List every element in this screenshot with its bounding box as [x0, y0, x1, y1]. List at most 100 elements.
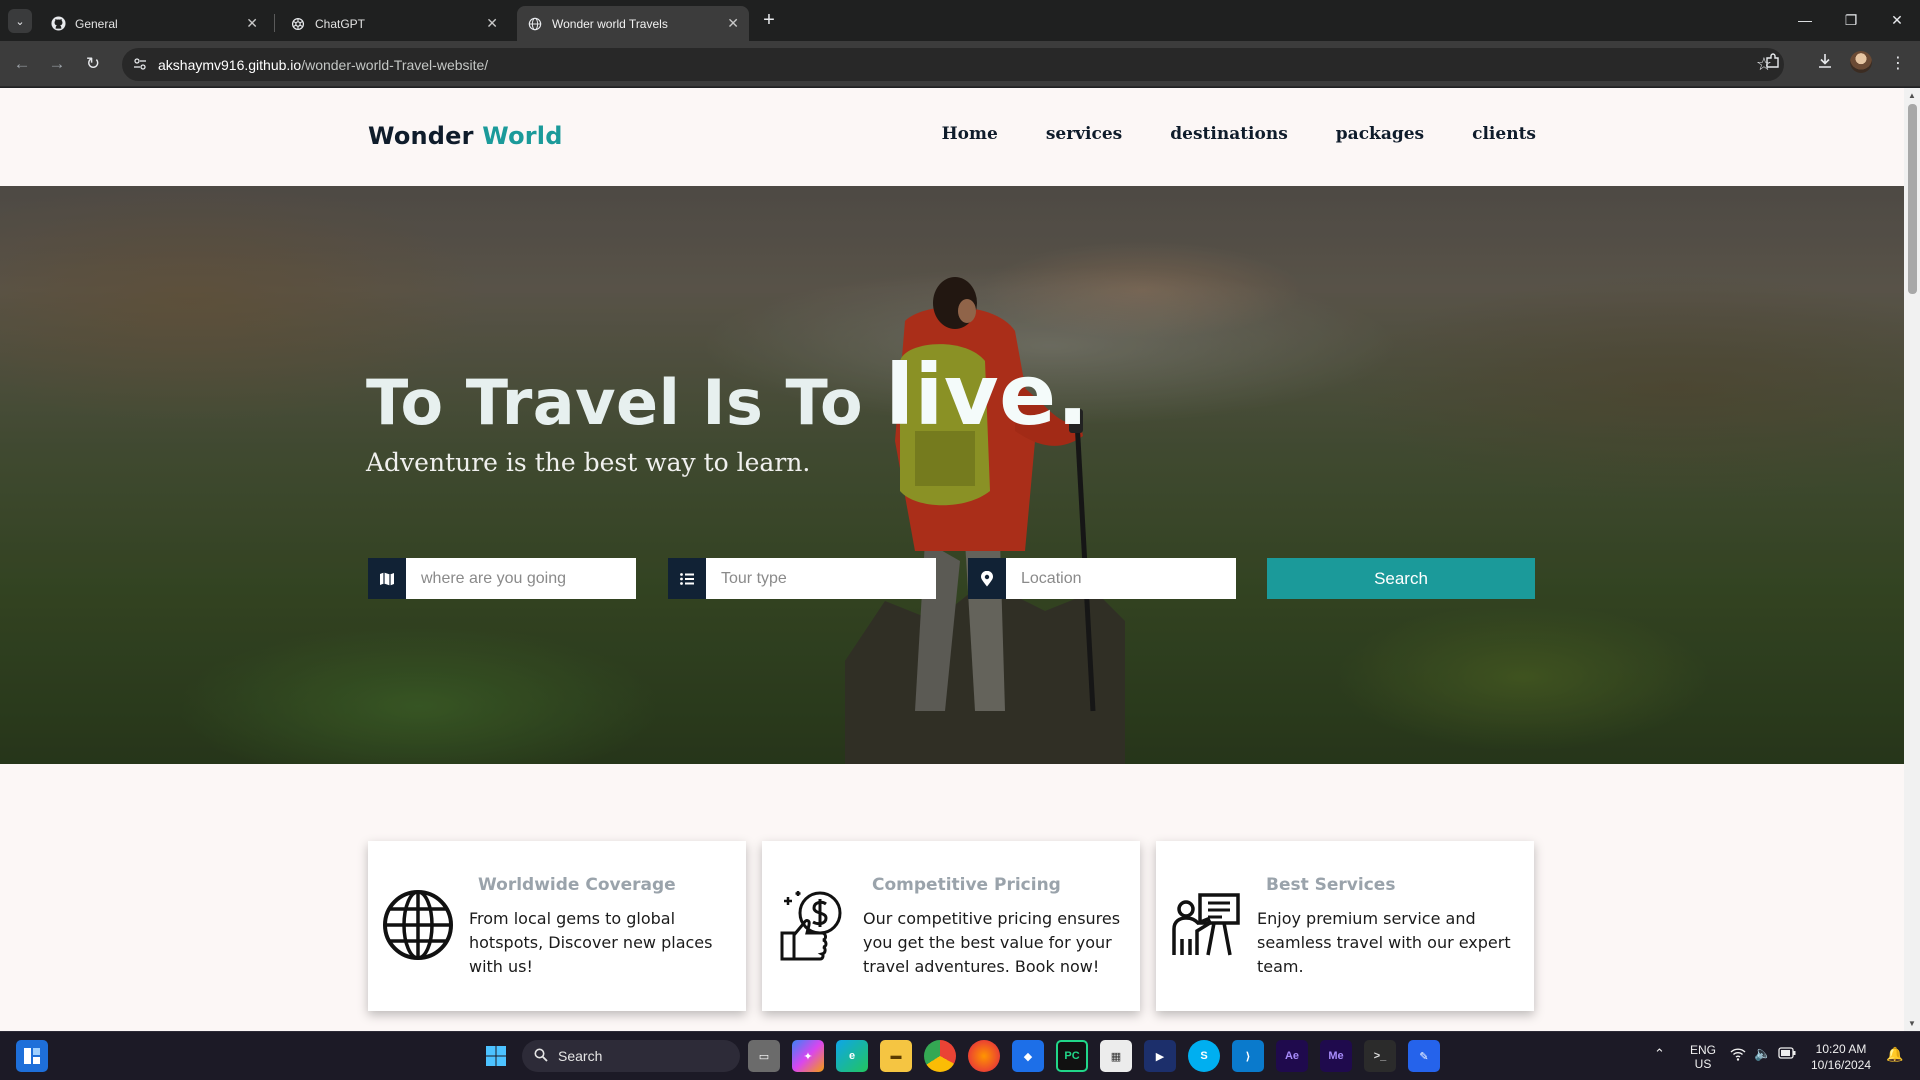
guide-icon: [1172, 893, 1240, 956]
new-tab-icon[interactable]: +: [758, 8, 780, 32]
close-icon[interactable]: ✕: [727, 15, 739, 32]
close-window-icon[interactable]: ✕: [1882, 8, 1912, 32]
forward-icon[interactable]: →: [45, 52, 69, 76]
tab-general[interactable]: General ✕: [40, 6, 268, 41]
feature-card-coverage: Worldwide Coverage From local gems to gl…: [368, 841, 746, 1011]
feature-text: Enjoy premium service and seamless trave…: [1257, 909, 1511, 976]
nav-destinations[interactable]: destinations: [1170, 124, 1288, 144]
tour-type-input[interactable]: [706, 558, 936, 599]
tab-search-dropdown-icon[interactable]: ⌄: [8, 9, 32, 33]
language-indicator[interactable]: ENG US: [1688, 1043, 1718, 1071]
url-text: akshaymv916.github.io/wonder-world-Trave…: [158, 57, 488, 73]
close-icon[interactable]: ✕: [486, 15, 498, 32]
site-header: Wonder World Home services destinations …: [0, 88, 1904, 186]
clock-date: 10/16/2024: [1810, 1058, 1872, 1072]
globe-icon: [383, 890, 453, 960]
location-input[interactable]: [1006, 558, 1236, 599]
hero-title-emphasis: live.: [885, 346, 1089, 444]
features-section: Worldwide Coverage From local gems to gl…: [368, 841, 1536, 1011]
nav-packages[interactable]: packages: [1336, 124, 1424, 144]
tab-chatgpt[interactable]: ChatGPT ✕: [280, 6, 508, 41]
url-path: /wonder-world-Travel-website/: [301, 57, 489, 73]
location-search-group: [968, 558, 1236, 599]
search-icon: [534, 1048, 548, 1065]
taskbar: Search ▭ ✦ e ▬ ◆ PC ▦ ▶ S ⟩ Ae Me >_ ✎ ⌃…: [0, 1031, 1920, 1080]
clock-time: 10:20 AM: [1815, 1042, 1867, 1056]
language-code: ENG: [1689, 1043, 1716, 1057]
scroll-thumb[interactable]: [1908, 104, 1917, 294]
media-encoder-icon[interactable]: Me: [1320, 1040, 1352, 1072]
map-icon: [368, 558, 406, 599]
download-icon[interactable]: [1813, 52, 1837, 76]
file-explorer-icon[interactable]: ▬: [880, 1040, 912, 1072]
notification-bell-icon[interactable]: 🔔: [1886, 1046, 1903, 1063]
feature-text: Our competitive pricing ensures you get …: [863, 909, 1121, 976]
scroll-up-icon[interactable]: ▲: [1908, 91, 1916, 100]
copilot-icon[interactable]: ✦: [792, 1040, 824, 1072]
close-icon[interactable]: ✕: [246, 15, 258, 32]
dropbox-icon[interactable]: ◆: [1012, 1040, 1044, 1072]
back-icon[interactable]: ←: [10, 52, 34, 76]
clock[interactable]: 10:20 AM 10/16/2024: [1806, 1041, 1876, 1073]
page-scrollbar[interactable]: ▲ ▼: [1904, 88, 1920, 1031]
logo-main: Wonder: [368, 122, 474, 150]
feature-card-pricing: Competitive Pricing Our competitive pric…: [762, 841, 1140, 1011]
browser-menu-icon[interactable]: ⋮: [1886, 52, 1910, 76]
terminal-icon[interactable]: >_: [1364, 1040, 1396, 1072]
tab-title: ChatGPT: [315, 16, 366, 31]
feature-title: Best Services: [1266, 875, 1396, 895]
vscode-icon[interactable]: ⟩: [1232, 1040, 1264, 1072]
tray-overflow-icon[interactable]: ⌃: [1654, 1046, 1665, 1062]
skype-icon[interactable]: S: [1188, 1040, 1220, 1072]
defender-icon[interactable]: ▶: [1144, 1040, 1176, 1072]
edge-icon[interactable]: e: [836, 1040, 868, 1072]
feature-title: Competitive Pricing: [872, 875, 1061, 895]
hero-title: To Travel Is To live.: [366, 346, 1089, 444]
widgets-icon[interactable]: [16, 1040, 48, 1072]
region-code: US: [1694, 1057, 1712, 1071]
github-icon: [50, 16, 66, 32]
store-icon[interactable]: ▦: [1100, 1040, 1132, 1072]
hero-overlay: [0, 186, 1904, 764]
windows-start-icon[interactable]: [480, 1040, 512, 1072]
nav-clients[interactable]: clients: [1472, 124, 1536, 144]
destination-input[interactable]: [406, 558, 636, 599]
profile-avatar[interactable]: [1850, 51, 1872, 73]
chatgpt-icon: [290, 16, 306, 32]
pycharm-icon[interactable]: PC: [1056, 1040, 1088, 1072]
wifi-icon[interactable]: [1730, 1047, 1746, 1064]
hero-section: To Travel Is To live. Adventure is the b…: [0, 186, 1904, 764]
taskbar-search[interactable]: Search: [522, 1040, 740, 1072]
site-logo[interactable]: Wonder World: [368, 122, 563, 150]
site-info-icon[interactable]: [132, 56, 148, 72]
chrome-icon[interactable]: [924, 1040, 956, 1072]
list-icon: [668, 558, 706, 599]
tab-wonder-world-travels[interactable]: Wonder world Travels ✕: [517, 6, 749, 41]
feature-title: Worldwide Coverage: [478, 875, 676, 895]
restore-icon[interactable]: ❐: [1836, 8, 1866, 32]
tab-divider: [274, 14, 275, 32]
task-view-icon[interactable]: ▭: [748, 1040, 780, 1072]
paint-icon[interactable]: ✎: [1408, 1040, 1440, 1072]
reload-icon[interactable]: ↻: [81, 52, 105, 76]
scroll-down-icon[interactable]: ▼: [1908, 1019, 1916, 1028]
volume-icon[interactable]: 🔈: [1754, 1045, 1771, 1062]
logo-accent: World: [482, 122, 563, 150]
hero-subtitle: Adventure is the best way to learn.: [366, 448, 811, 477]
after-effects-icon[interactable]: Ae: [1276, 1040, 1308, 1072]
search-button[interactable]: Search: [1267, 558, 1535, 599]
nav-home[interactable]: Home: [942, 124, 998, 144]
location-pin-icon: [968, 558, 1006, 599]
taskbar-search-label: Search: [558, 1048, 603, 1064]
battery-icon[interactable]: [1778, 1047, 1796, 1062]
extensions-icon[interactable]: [1761, 52, 1785, 76]
tour-type-search-group: [668, 558, 936, 599]
main-nav: Home services destinations packages clie…: [942, 124, 1536, 144]
feature-text: From local gems to global hotspots, Disc…: [469, 909, 713, 976]
address-bar[interactable]: akshaymv916.github.io/wonder-world-Trave…: [122, 48, 1784, 81]
firefox-icon[interactable]: [968, 1040, 1000, 1072]
globe-icon: [527, 16, 543, 32]
minimize-icon[interactable]: —: [1790, 8, 1820, 32]
nav-services[interactable]: services: [1046, 124, 1122, 144]
tab-title: General: [75, 16, 118, 31]
